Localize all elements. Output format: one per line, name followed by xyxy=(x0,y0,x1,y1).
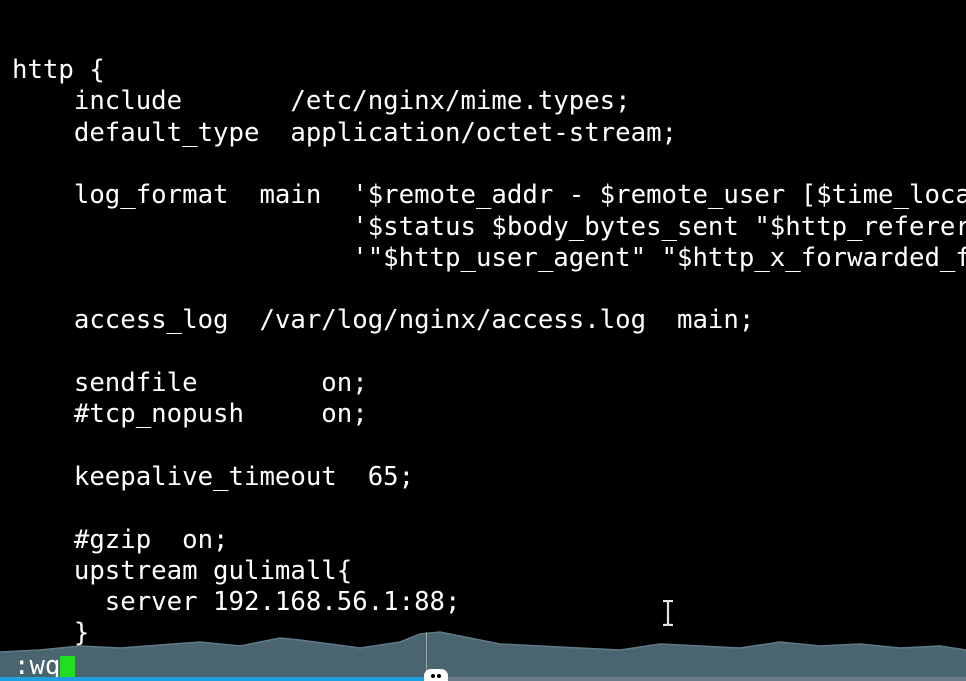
code-line: access_log /var/log/nginx/access.log mai… xyxy=(12,305,755,336)
i-beam-cursor-icon xyxy=(663,600,673,626)
code-line: default_type application/octet-stream; xyxy=(12,117,678,148)
code-line: include /etc/nginx/mime.types; xyxy=(12,86,631,117)
playhead-handle-icon[interactable] xyxy=(424,669,448,681)
playhead-line xyxy=(426,632,427,672)
code-line: '"$http_user_agent" "$http_x_forwarded_f… xyxy=(12,242,966,273)
code-line: upstream gulimall{ xyxy=(12,555,353,586)
code-line: server 192.168.56.1:88; xyxy=(12,587,461,618)
video-progress-bar[interactable] xyxy=(0,677,966,681)
code-line: '$status $body_bytes_sent "$http_referer… xyxy=(12,211,966,242)
code-line: #gzip on; xyxy=(12,524,229,555)
code-line: keepalive_timeout 65; xyxy=(12,461,415,492)
code-line: #tcp_nopush on; xyxy=(12,399,368,430)
code-line: log_format main '$remote_addr - $remote_… xyxy=(73,180,966,211)
code-line: http { xyxy=(12,55,105,85)
video-progress-fill xyxy=(0,677,426,681)
terminal-screen[interactable]: http { include /etc/nginx/mime.types; de… xyxy=(0,0,966,681)
audio-waveform xyxy=(0,631,966,681)
code-line: sendfile on; xyxy=(12,368,368,398)
